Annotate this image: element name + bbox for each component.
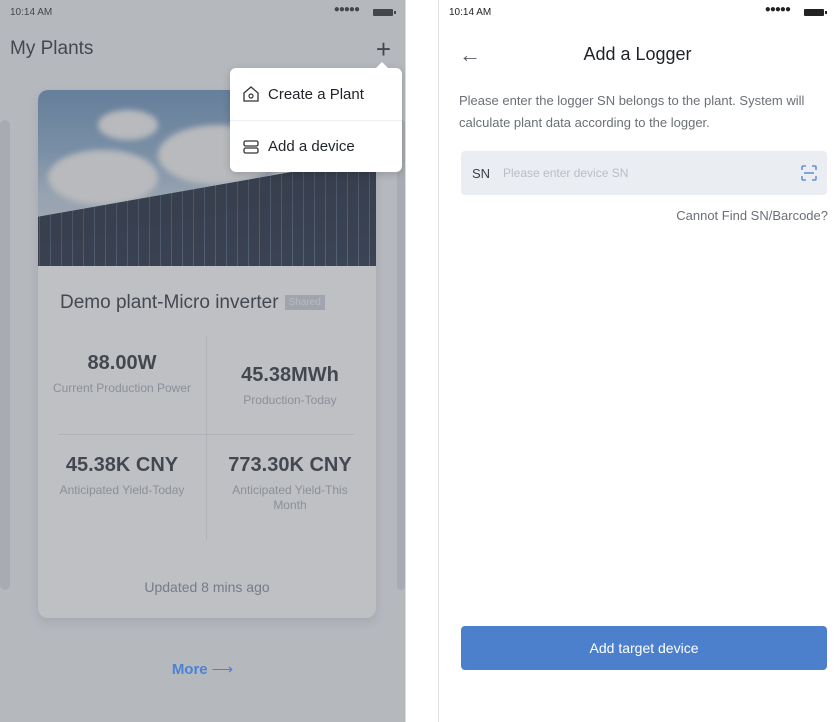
cannot-find-sn-link[interactable]: Cannot Find SN/Barcode?: [676, 208, 828, 223]
scan-icon[interactable]: [801, 165, 817, 181]
more-label: More: [171, 661, 208, 678]
sn-input[interactable]: [503, 163, 783, 183]
page-title: Add a Logger: [583, 44, 692, 64]
status-bar: 10:14 AM ●●●●●: [439, 0, 836, 22]
add-logger-screen: 10:14 AM ●●●●● ← Add a Logger Please ent…: [438, 0, 836, 722]
menu-item-create-plant[interactable]: Create a Plant: [230, 68, 402, 120]
sn-field[interactable]: SN: [461, 151, 827, 195]
menu-item-label: Add a device: [268, 138, 355, 155]
device-icon: [243, 139, 259, 154]
battery-icon: [804, 9, 827, 16]
add-menu: Create a Plant Add a device: [230, 62, 402, 172]
signal-icon: ●●●●●: [764, 4, 791, 15]
menu-item-add-device[interactable]: Add a device: [230, 120, 402, 172]
sn-label: SN: [472, 166, 491, 181]
arrow-right-icon: ⟶: [211, 661, 234, 678]
my-plants-screen: 10:14 AM ●●●●● My Plants + Demo plant-Mi…: [0, 0, 406, 722]
status-time: 10:14 AM: [449, 7, 492, 18]
menu-item-label: Create a Plant: [268, 85, 364, 103]
more-link[interactable]: More ⟶: [0, 660, 405, 678]
add-target-device-button[interactable]: Add target device: [461, 626, 827, 670]
plant-house-icon: [243, 86, 259, 102]
instructions-text: Please enter the logger SN belongs to th…: [459, 93, 805, 130]
